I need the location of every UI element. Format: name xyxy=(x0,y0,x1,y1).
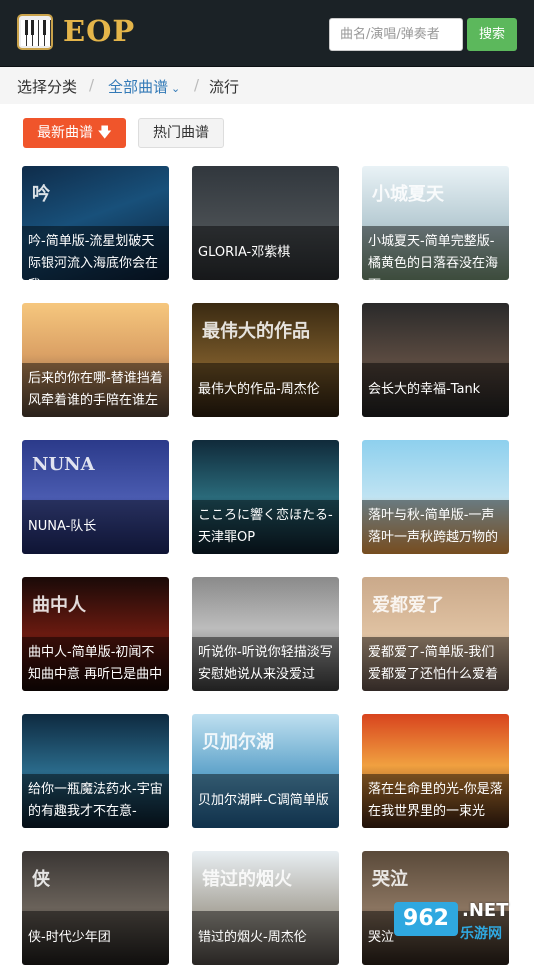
cover-art-text: 错过的烟火 xyxy=(202,869,292,890)
score-card[interactable]: 贝加尔湖贝加尔湖畔-C调简单版 xyxy=(192,714,339,828)
score-card[interactable]: 曲中人曲中人-简单版-初闻不知曲中意 再听已是曲中 xyxy=(22,577,169,691)
cover-art-text: 小城夏天 xyxy=(372,184,444,205)
app-header: EOP 曲名/演唱/弹奏者 搜索 xyxy=(0,0,534,67)
logo-text[interactable]: EOP xyxy=(63,14,135,48)
score-card-title: 后来的你在哪-替谁挡着风牵着谁的手陪在谁左 xyxy=(22,363,169,417)
cover-art-text: 哭泣 xyxy=(372,869,408,890)
score-card[interactable]: 小城夏天小城夏天-简单完整版-橘黄色的日落吞没在海面 xyxy=(362,166,509,280)
score-card-title: 爱都爱了-简单版-我们爱都爱了还怕什么爱着 xyxy=(362,637,509,691)
score-card[interactable]: 听说你-听说你轻描淡写安慰她说从来没爱过 xyxy=(192,577,339,691)
search-button[interactable]: 搜索 xyxy=(467,18,517,51)
chevron-down-icon: ⌄ xyxy=(171,82,181,95)
score-card-title: 小城夏天-简单完整版-橘黄色的日落吞没在海面 xyxy=(362,226,509,280)
score-card[interactable]: 给你一瓶魔法药水-宇宙的有趣我才不在意- xyxy=(22,714,169,828)
watermark-site: .NET xyxy=(462,900,509,921)
score-card[interactable]: 后来的你在哪-替谁挡着风牵着谁的手陪在谁左 xyxy=(22,303,169,417)
breadcrumb-separator: / xyxy=(194,76,200,94)
score-card[interactable]: 落在生命里的光-你是落在我世界里的一束光 xyxy=(362,714,509,828)
score-card-title: NUNA-队长 xyxy=(22,500,169,554)
score-card[interactable]: 会长大的幸福-Tank xyxy=(362,303,509,417)
score-card[interactable]: 最伟大的作品最伟大的作品-周杰伦 xyxy=(192,303,339,417)
score-card-title: 落叶与秋-简单版-一声落叶一声秋跨越万物的 xyxy=(362,500,509,554)
cover-art-text: 最伟大的作品 xyxy=(202,321,310,342)
score-card[interactable]: こころに響く恋ほたる-天津罪OP xyxy=(192,440,339,554)
cover-art-text: NUNA xyxy=(32,454,95,475)
score-card-title: 侠-时代少年团 xyxy=(22,911,169,965)
cover-art-text: 吟 xyxy=(32,184,50,205)
score-card-title: 最伟大的作品-周杰伦 xyxy=(192,363,339,417)
score-card-title: 会长大的幸福-Tank xyxy=(362,363,509,417)
breadcrumb-root: 选择分类 xyxy=(17,78,78,96)
score-card-title: 吟-简单版-流星划破天际银河流入海底你会在我 xyxy=(22,226,169,280)
score-card[interactable]: 吟吟-简单版-流星划破天际银河流入海底你会在我 xyxy=(22,166,169,280)
cover-art-text: 贝加尔湖 xyxy=(202,732,274,753)
watermark-name: 乐游网 xyxy=(460,926,502,942)
score-card-title: 错过的烟火-周杰伦 xyxy=(192,911,339,965)
score-card[interactable]: GLORIA-邓紫棋 xyxy=(192,166,339,280)
sort-newest-button[interactable]: 最新曲谱 🡇 xyxy=(23,118,126,148)
arrow-down-icon: 🡇 xyxy=(97,125,112,141)
score-card[interactable]: NUNA NUNA-队长 xyxy=(22,440,169,554)
site-watermark: 962 .NET 乐游网 xyxy=(390,896,530,946)
breadcrumb-separator: / xyxy=(89,76,95,94)
score-card[interactable]: 落叶与秋-简单版-一声落叶一声秋跨越万物的 xyxy=(362,440,509,554)
cover-art-text: 爱都爱了 xyxy=(372,595,444,616)
breadcrumb: 选择分类 / 全部曲谱 ⌄ / 流行 xyxy=(0,67,534,104)
search-input[interactable]: 曲名/演唱/弹奏者 xyxy=(329,18,463,51)
score-card-title: 听说你-听说你轻描淡写安慰她说从来没爱过 xyxy=(192,637,339,691)
score-card-title: こころに響く恋ほたる-天津罪OP xyxy=(192,500,339,554)
score-card-title: 贝加尔湖畔-C调简单版 xyxy=(192,774,339,828)
score-card-title: 落在生命里的光-你是落在我世界里的一束光 xyxy=(362,774,509,828)
piano-logo-icon[interactable] xyxy=(17,14,53,50)
cover-art-text: 侠 xyxy=(32,869,50,890)
score-card-title: 给你一瓶魔法药水-宇宙的有趣我才不在意- xyxy=(22,774,169,828)
score-card-title: 曲中人-简单版-初闻不知曲中意 再听已是曲中 xyxy=(22,637,169,691)
cover-art-text: 曲中人 xyxy=(32,595,86,616)
sort-hot-button[interactable]: 热门曲谱 xyxy=(138,118,224,148)
breadcrumb-all-label: 全部曲谱 xyxy=(108,78,169,96)
sort-newest-label: 最新曲谱 xyxy=(37,125,94,141)
score-card[interactable]: 错过的烟火错过的烟火-周杰伦 xyxy=(192,851,339,965)
breadcrumb-all-scores[interactable]: 全部曲谱 ⌄ xyxy=(108,76,180,97)
watermark-badge: 962 xyxy=(394,902,458,936)
score-card[interactable]: 爱都爱了爱都爱了-简单版-我们爱都爱了还怕什么爱着 xyxy=(362,577,509,691)
score-card[interactable]: 侠侠-时代少年团 xyxy=(22,851,169,965)
breadcrumb-current: 流行 xyxy=(209,78,240,96)
score-card-title: GLORIA-邓紫棋 xyxy=(192,226,339,280)
